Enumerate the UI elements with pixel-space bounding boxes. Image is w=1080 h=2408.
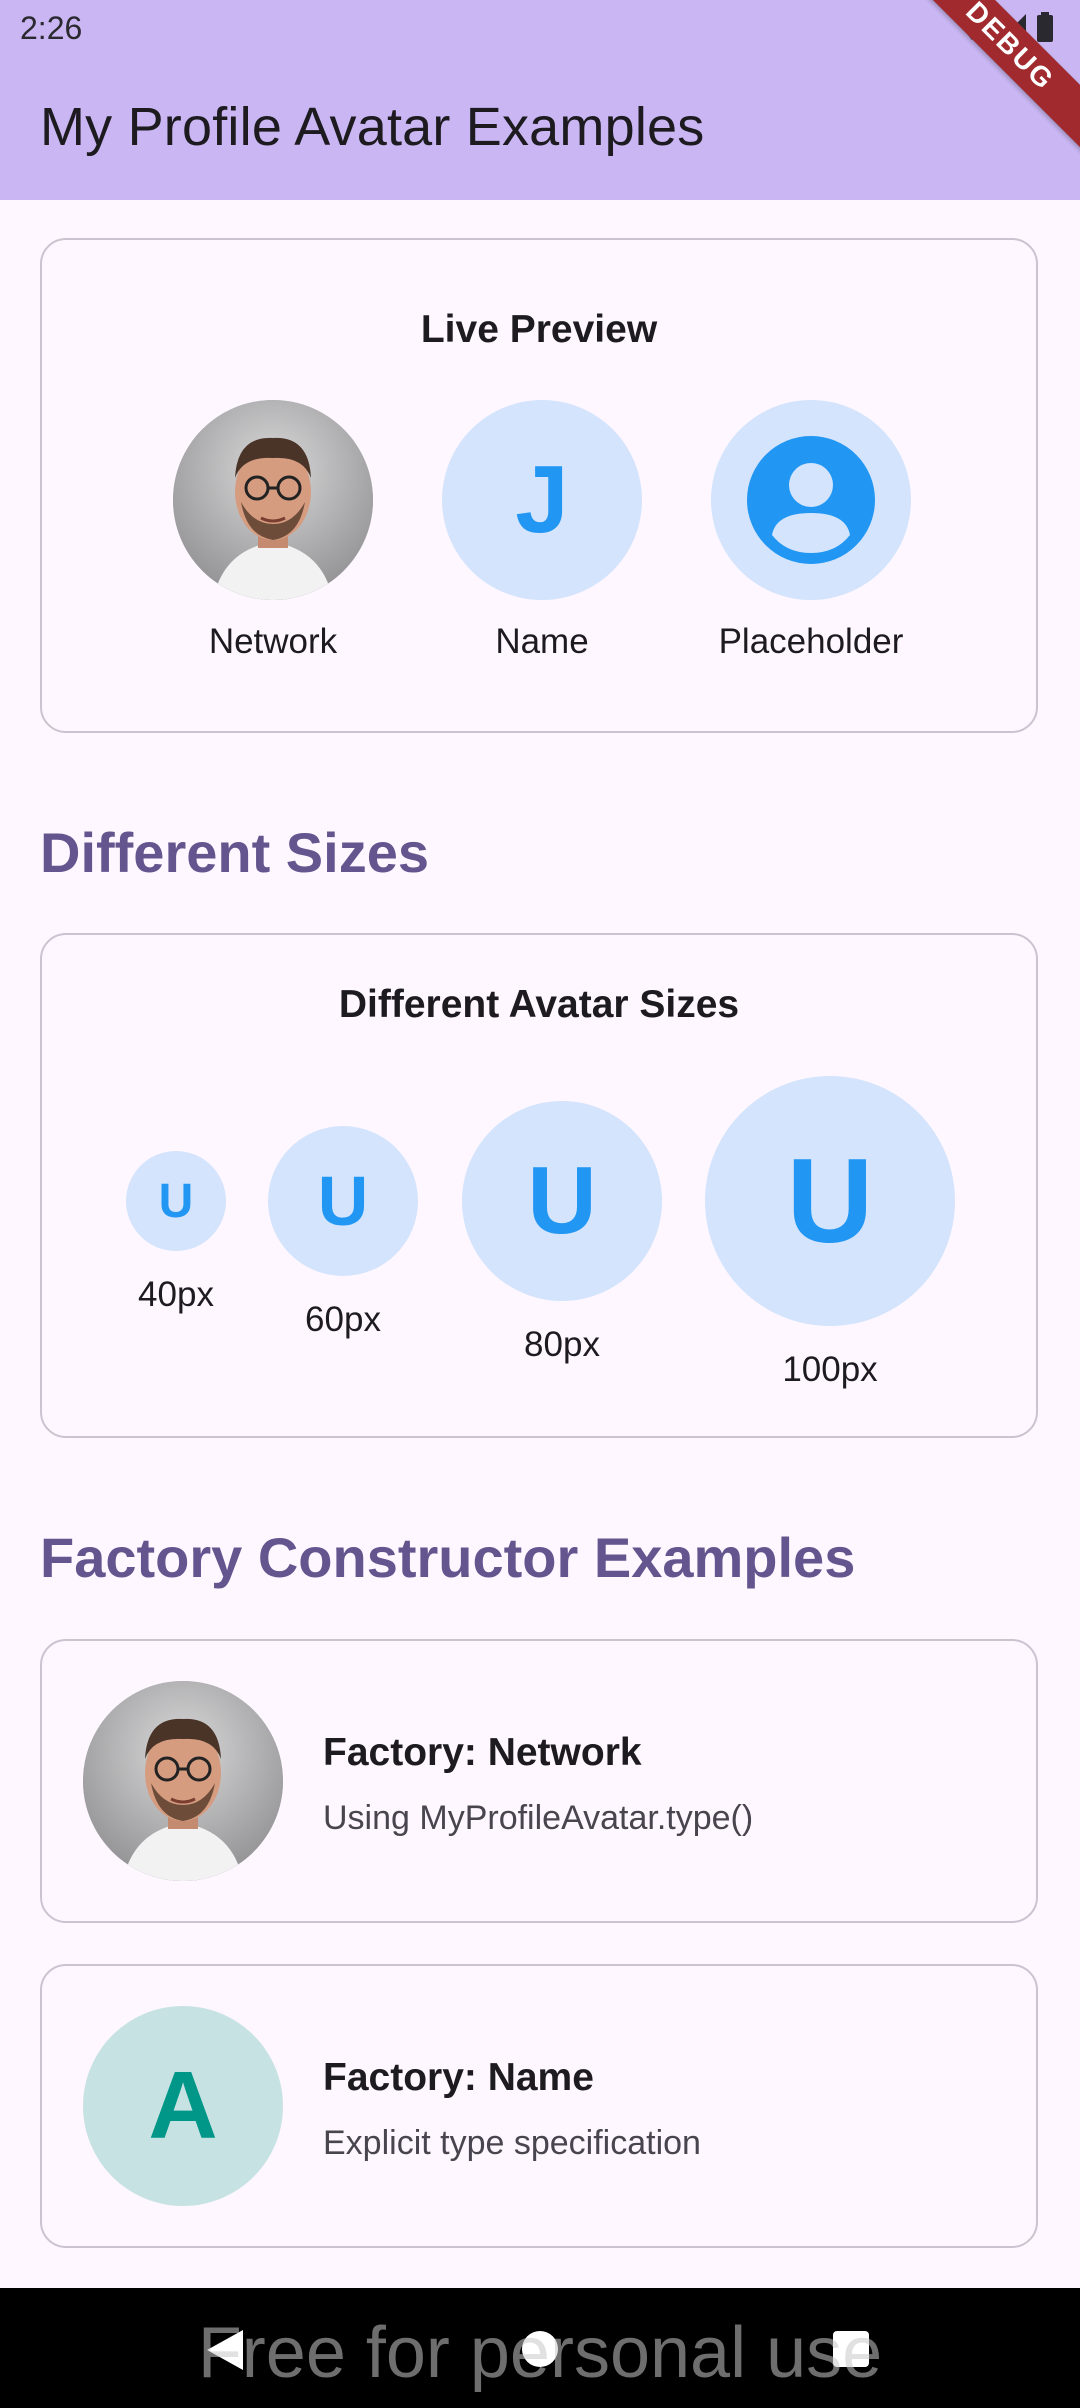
avatar-80-initial: U	[527, 1147, 597, 1254]
size-label-60: 60px	[305, 1300, 381, 1339]
factory-network-card[interactable]: Factory: Network Using MyProfileAvatar.t…	[40, 1639, 1038, 1923]
factory-network-avatar	[83, 1681, 283, 1881]
placeholder-caption: Placeholder	[718, 622, 904, 661]
name-avatar[interactable]: J	[442, 400, 642, 600]
sizes-card: Different Avatar Sizes U 40px U 60px U 8…	[40, 933, 1038, 1438]
live-preview-title: Live Preview	[420, 308, 658, 351]
avatar-40-initial: U	[158, 1174, 194, 1228]
placeholder-avatar[interactable]	[711, 400, 911, 600]
battery-icon	[1037, 12, 1053, 42]
live-preview-card: Live Preview Network J Name Placeholder	[40, 238, 1038, 733]
watermark-text: Free for personal use	[197, 2313, 883, 2393]
factory-name-subtitle: Explicit type specification	[323, 2124, 701, 2162]
factory-heading: Factory Constructor Examples	[40, 1526, 856, 1589]
factory-network-subtitle: Using MyProfileAvatar.type()	[323, 1799, 754, 1837]
avatar-100-initial: U	[786, 1134, 874, 1268]
sizes-card-title: Different Avatar Sizes	[338, 983, 740, 1026]
name-caption: Name	[495, 622, 589, 661]
avatar-60[interactable]: U	[268, 1126, 418, 1276]
status-time: 2:26	[20, 10, 83, 46]
profile-photo	[83, 1681, 283, 1881]
avatar-80[interactable]: U	[462, 1101, 662, 1301]
network-caption: Network	[208, 622, 338, 661]
profile-photo	[173, 400, 373, 600]
factory-name-title: Factory: Name	[323, 2056, 594, 2099]
name-avatar-initial: J	[515, 446, 569, 553]
page-title: My Profile Avatar Examples	[40, 97, 705, 157]
avatar-40[interactable]: U	[126, 1151, 226, 1251]
size-label-80: 80px	[524, 1325, 600, 1364]
avatar-100[interactable]: U	[705, 1076, 955, 1326]
factory-name-avatar: A	[83, 2006, 283, 2206]
system-nav-bar: Free for personal use	[0, 2288, 1080, 2408]
factory-name-card[interactable]: A Factory: Name Explicit type specificat…	[40, 1964, 1038, 2248]
size-label-100: 100px	[782, 1350, 878, 1389]
person-icon	[747, 436, 875, 564]
network-avatar[interactable]	[173, 400, 373, 600]
factory-name-initial: A	[148, 2052, 218, 2159]
factory-network-title: Factory: Network	[323, 1731, 642, 1774]
app-bar: 2:26 DEBUG My Profile Avatar Examples	[0, 0, 1080, 200]
avatar-60-initial: U	[317, 1162, 369, 1240]
sizes-heading: Different Sizes	[40, 821, 429, 884]
